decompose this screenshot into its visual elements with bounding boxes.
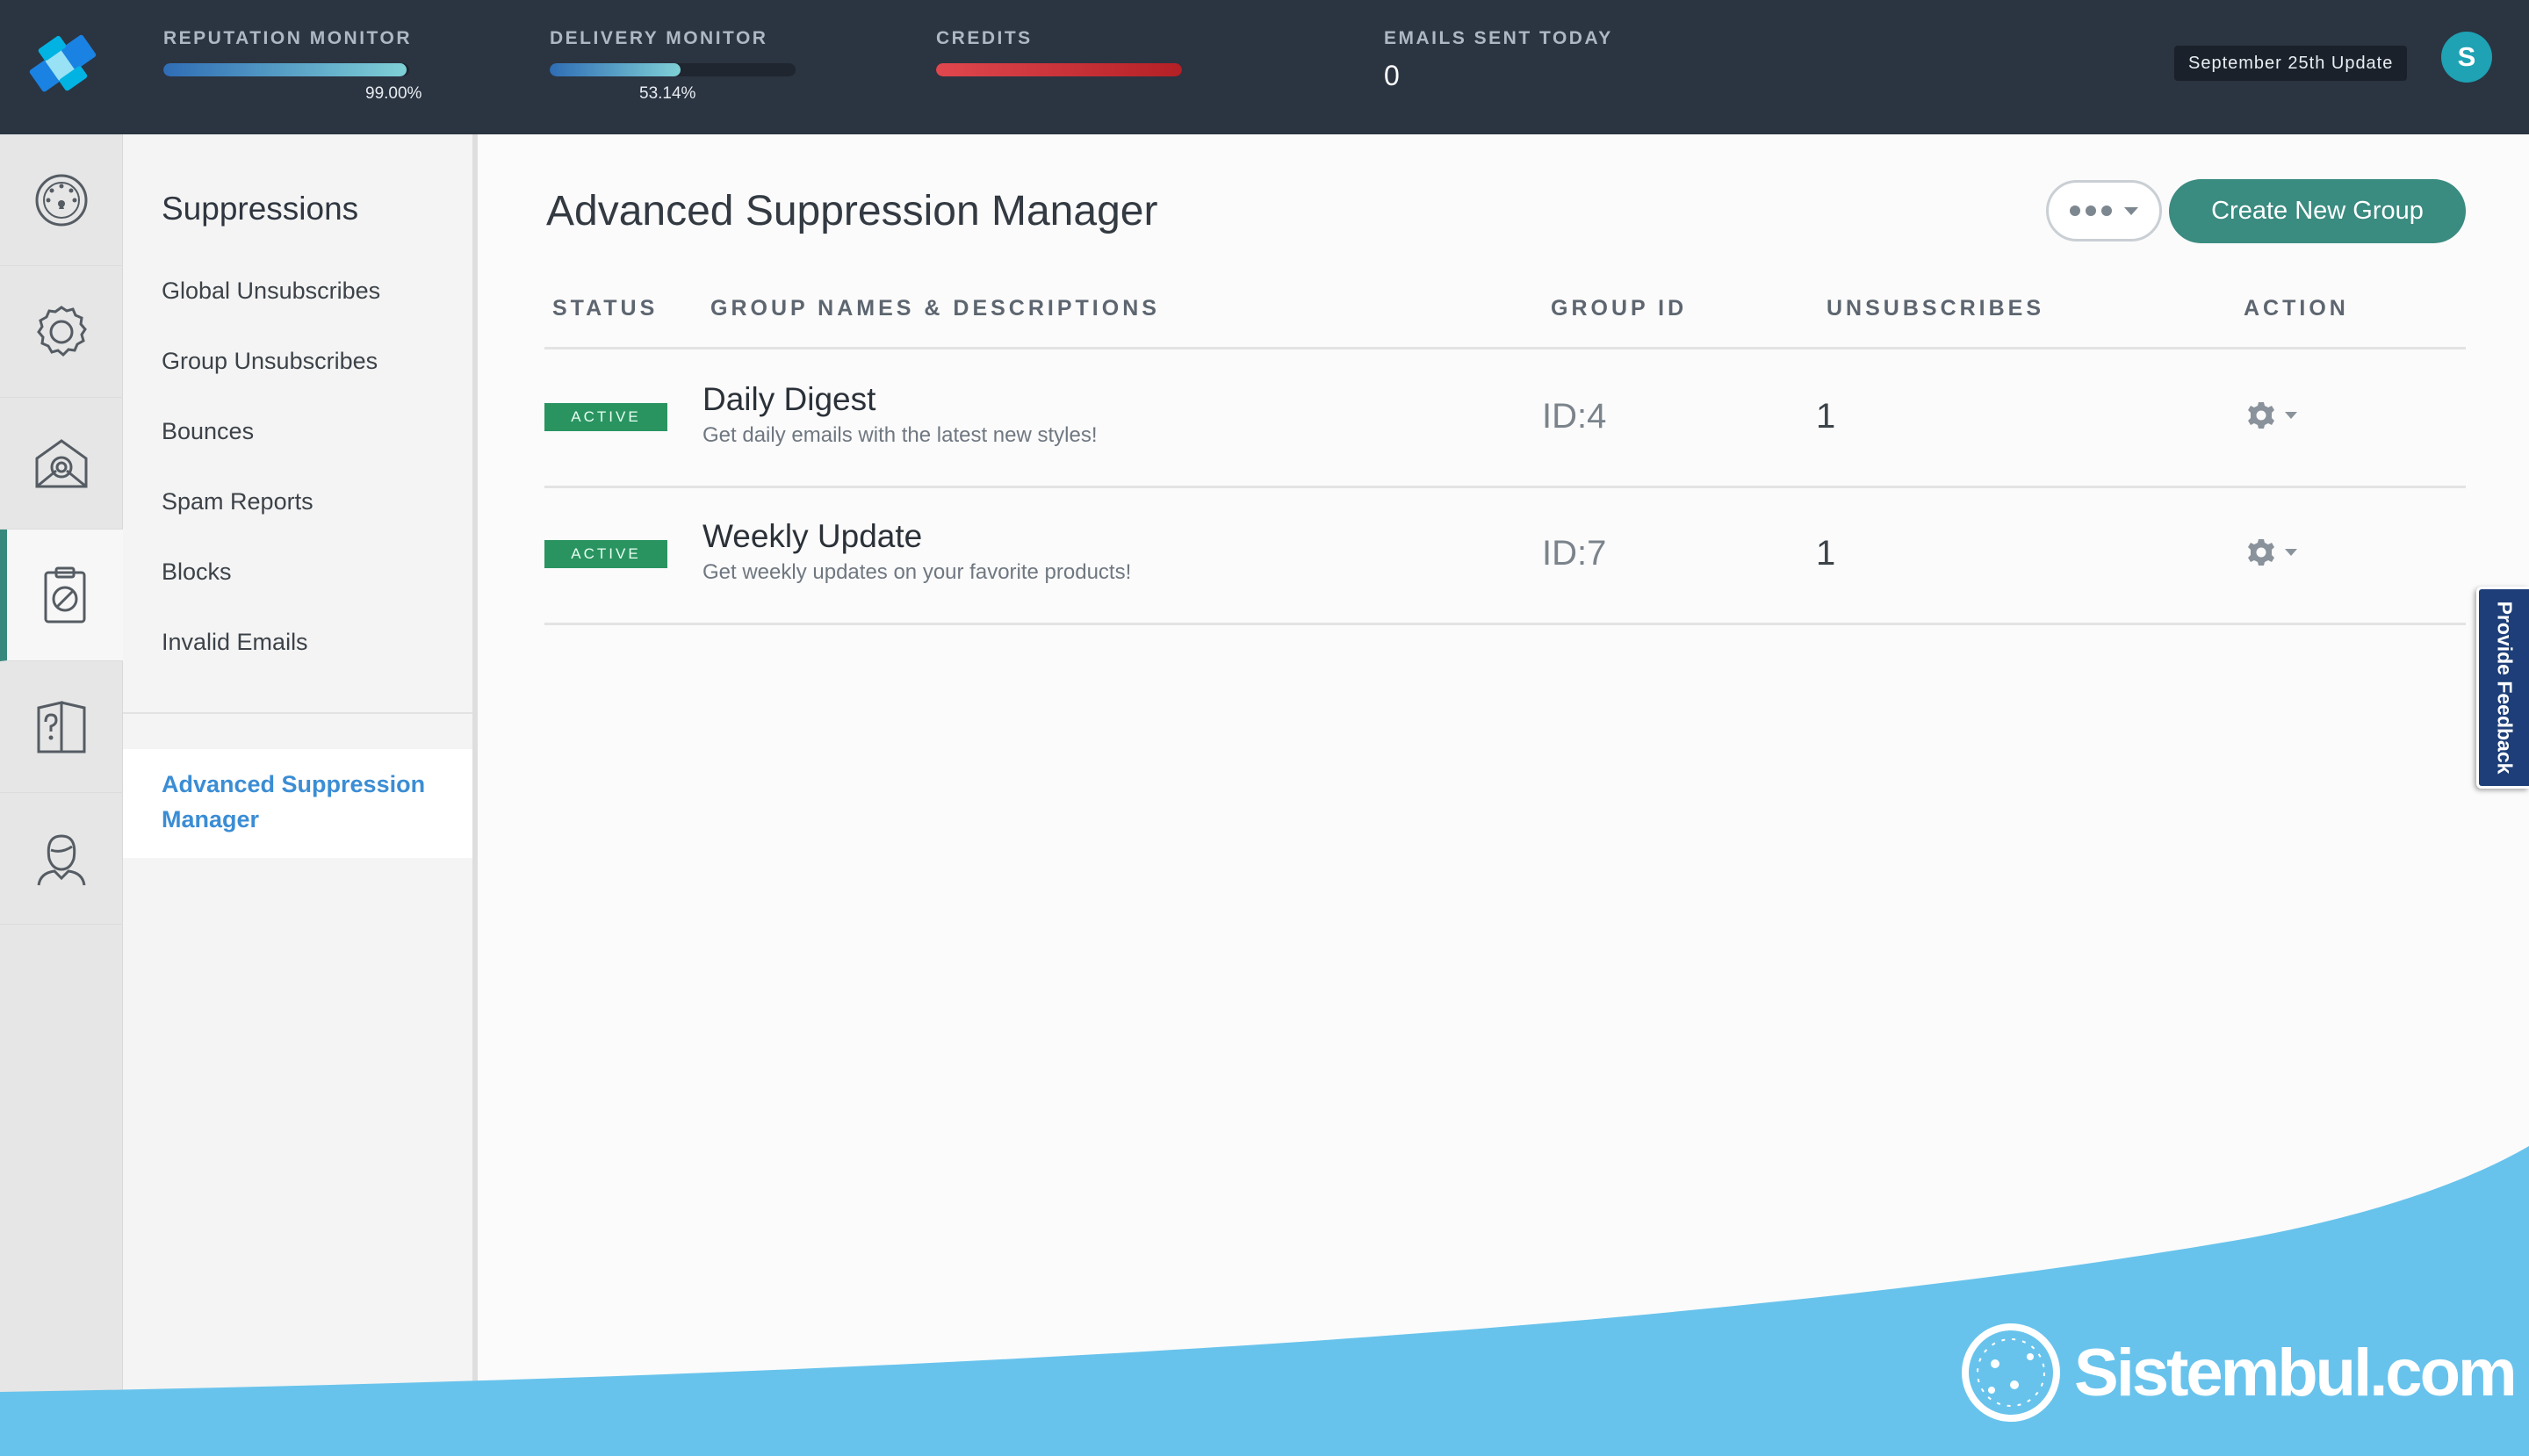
create-new-group-button[interactable]: Create New Group	[2169, 179, 2466, 243]
reputation-monitor[interactable]: REPUTATION MONITOR 99.00%	[163, 28, 422, 103]
group-id: ID:4	[1542, 397, 1607, 436]
group-id: ID:7	[1542, 534, 1607, 573]
delivery-monitor[interactable]: DELIVERY MONITOR 53.14%	[550, 28, 796, 103]
chevron-down-icon	[2285, 549, 2297, 556]
dashboard-gauge-icon	[35, 174, 88, 226]
watermark-logo-icon	[1962, 1323, 2060, 1422]
credits-progress-fill	[936, 63, 1182, 76]
subnav-item-group-unsubscribes[interactable]: Group Unsubscribes	[162, 348, 378, 375]
header-status: STATUS	[552, 296, 659, 321]
user-avatar[interactable]: S	[2441, 32, 2492, 83]
unsubscribe-count[interactable]: 1	[1816, 397, 1835, 436]
watermark: Sistembul.com	[1960, 1322, 2518, 1424]
ellipsis-icon	[2070, 205, 2080, 216]
rail-item-settings[interactable]	[0, 266, 123, 398]
header-action: ACTION	[2244, 296, 2349, 321]
sendgrid-logo-icon[interactable]	[25, 30, 105, 100]
row-action-menu[interactable]	[2246, 400, 2297, 430]
status-badge: ACTIVE	[544, 403, 667, 431]
subnav-active-label: Advanced Suppression Manager	[162, 771, 426, 833]
group-description: Get daily emails with the latest new sty…	[702, 423, 1098, 447]
reputation-progress-bar	[163, 63, 409, 76]
credits-monitor[interactable]: CREDITS	[936, 28, 1182, 76]
header-unsubscribes: UNSUBSCRIBES	[1826, 296, 2045, 321]
group-name[interactable]: Weekly Update	[702, 518, 922, 555]
gear-icon	[2248, 402, 2274, 429]
group-name[interactable]: Daily Digest	[702, 381, 875, 418]
subnav-title: Suppressions	[162, 191, 359, 227]
subnav-item-invalid-emails[interactable]: Invalid Emails	[162, 629, 308, 656]
watermark-text: Sistembul.com	[2074, 1335, 2518, 1410]
group-description: Get weekly updates on your favorite prod…	[702, 560, 1132, 584]
rail-item-account[interactable]	[0, 793, 123, 925]
emails-sent-today: EMAILS SENT TODAY 0	[1384, 28, 1613, 91]
update-notice-link[interactable]: September 25th Update	[2174, 46, 2408, 81]
subnav-item-advanced-suppression-manager[interactable]: Advanced Suppression Manager	[123, 749, 472, 858]
feedback-label: Provide Feedback	[2493, 601, 2516, 775]
chevron-down-icon	[2124, 206, 2138, 215]
subnav-item-spam-reports[interactable]: Spam Reports	[162, 488, 313, 515]
rail-item-suppressions[interactable]	[0, 530, 123, 661]
rail-item-mail[interactable]	[0, 398, 123, 530]
header-group-id: GROUP ID	[1551, 296, 1688, 321]
top-bar: REPUTATION MONITOR 99.00% DELIVERY MONIT…	[0, 0, 2529, 134]
delivery-percent: 53.14%	[639, 84, 696, 103]
rail-item-dashboard[interactable]	[0, 134, 123, 266]
more-options-button[interactable]	[2046, 180, 2162, 241]
subnav-item-global-unsubscribes[interactable]: Global Unsubscribes	[162, 278, 380, 305]
subnav-divider	[123, 712, 472, 714]
delivery-monitor-label: DELIVERY MONITOR	[550, 28, 768, 48]
delivery-progress-bar	[550, 63, 796, 76]
credits-label: CREDITS	[936, 28, 1033, 48]
reputation-monitor-label: REPUTATION MONITOR	[163, 28, 412, 48]
table-row: ACTIVE Daily Digest Get daily emails wit…	[544, 350, 2466, 486]
page-title: Advanced Suppression Manager	[546, 188, 1158, 234]
subnav-item-blocks[interactable]: Blocks	[162, 559, 232, 586]
subnav-item-bounces[interactable]: Bounces	[162, 418, 254, 445]
status-badge: ACTIVE	[544, 540, 667, 568]
delivery-progress-fill	[550, 63, 681, 76]
mail-envelope-icon	[35, 438, 88, 487]
reputation-progress-fill	[163, 63, 407, 76]
provide-feedback-tab[interactable]: Provide Feedback	[2476, 587, 2529, 789]
header-group-names: GROUP NAMES & DESCRIPTIONS	[710, 296, 1160, 321]
row-divider	[544, 623, 2466, 625]
emails-sent-label: EMAILS SENT TODAY	[1384, 28, 1613, 48]
reputation-percent: 99.00%	[365, 84, 422, 103]
credits-progress-bar	[936, 63, 1182, 76]
table-row: ACTIVE Weekly Update Get weekly updates …	[544, 487, 2466, 623]
settings-gear-icon	[37, 305, 87, 357]
help-document-icon	[37, 700, 86, 753]
unsubscribe-count[interactable]: 1	[1816, 534, 1835, 573]
rail-item-help[interactable]	[0, 661, 123, 793]
emails-sent-value: 0	[1384, 60, 1400, 91]
gear-icon	[2248, 539, 2274, 566]
suppressions-clipboard-icon	[44, 566, 86, 623]
chevron-down-icon	[2285, 412, 2297, 419]
row-action-menu[interactable]	[2246, 537, 2297, 567]
account-person-icon	[37, 833, 86, 885]
ellipsis-icon	[2086, 205, 2096, 216]
ellipsis-icon	[2101, 205, 2112, 216]
